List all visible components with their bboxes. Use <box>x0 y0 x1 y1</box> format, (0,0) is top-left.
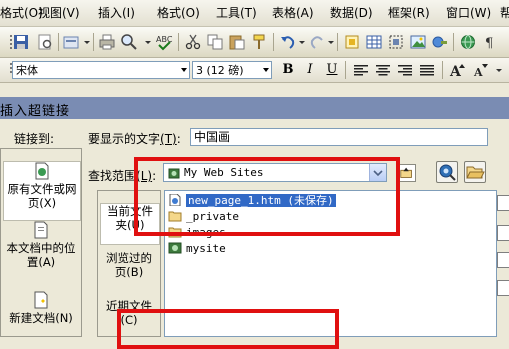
text-to-display-accesskey: (T) <box>160 132 177 146</box>
justify-icon[interactable] <box>418 61 436 79</box>
tab-browsed-pages-line2: 页(B) <box>114 265 144 279</box>
insert-picture-icon[interactable] <box>409 33 427 51</box>
red-annotation-box <box>117 309 339 349</box>
red-annotation-box <box>134 157 400 236</box>
look-in-label-text: 查找范围 <box>88 169 137 183</box>
tab-browsed-pages[interactable]: 浏览过的 页(B) <box>100 251 158 287</box>
text-to-display-label-text: 要显示的文字 <box>88 132 161 146</box>
font-name-dropdown-icon[interactable] <box>181 68 187 72</box>
web-page-icon <box>34 162 50 180</box>
dialog-title: 插入超链接 <box>0 104 71 119</box>
side-button[interactable] <box>497 252 509 268</box>
document-place-icon <box>33 221 49 239</box>
up-folder-icon <box>400 167 412 178</box>
dialog-title-bar <box>0 97 509 119</box>
save-icon[interactable] <box>12 33 30 51</box>
menu-help[interactable]: 帮 <box>500 4 509 22</box>
cut-icon[interactable] <box>184 33 202 51</box>
browse-the-web-icon <box>439 164 456 181</box>
menu-insert[interactable]: 插入(I) <box>98 4 135 22</box>
new-document-icon <box>33 291 49 309</box>
insert-hyperlink-icon[interactable] <box>431 33 449 51</box>
menu-view[interactable]: 视图(V) <box>38 4 80 22</box>
font-size-value: 3 (12 磅) <box>196 64 244 77</box>
align-center-icon[interactable] <box>374 61 392 79</box>
web-component-icon[interactable] <box>62 33 80 51</box>
menu-frames[interactable]: 框架(R) <box>388 4 430 22</box>
redo-icon[interactable] <box>308 33 326 51</box>
zoom-icon[interactable] <box>120 33 138 51</box>
text-to-display-colon: : <box>176 132 181 146</box>
italic-button[interactable]: I <box>300 61 320 79</box>
font-name-value: 宋体 <box>16 64 38 77</box>
font-name-combo[interactable]: 宋体 <box>12 61 190 79</box>
open-folder-icon <box>466 166 485 179</box>
underline-button[interactable]: U <box>322 61 342 79</box>
menu-data[interactable]: 数据(D) <box>330 4 373 22</box>
decrease-font-size-icon[interactable]: A <box>472 61 490 79</box>
align-right-icon[interactable] <box>396 61 414 79</box>
font-size-combo[interactable]: 3 (12 磅) <box>192 61 272 79</box>
format-painter-icon[interactable] <box>250 33 268 51</box>
menu-table[interactable]: 表格(A) <box>272 4 314 22</box>
menu-bar: 格式(O) 视图(V) 插入(I) 格式(O) 工具(T) 表格(A) 数据(D… <box>0 0 509 27</box>
format-toolbar-grip-icon <box>2 61 12 79</box>
place-existing-line1: 原有文件或网 <box>7 182 77 196</box>
undo-icon[interactable] <box>279 33 297 51</box>
web-site-icon <box>168 242 182 254</box>
browse-web-button[interactable] <box>436 161 458 183</box>
formatting-toolbar: 宋体 3 (12 磅) B I U A A <box>0 58 509 83</box>
paste-icon[interactable] <box>228 33 246 51</box>
increase-font-size-icon[interactable]: A <box>449 61 467 79</box>
place-create-new-document[interactable]: 新建文档(N) <box>3 291 79 331</box>
svg-text:¶: ¶ <box>485 36 493 51</box>
bold-button[interactable]: B <box>278 61 298 79</box>
standard-toolbar: ABC ¶ <box>0 27 509 58</box>
copy-icon[interactable] <box>206 33 224 51</box>
text-to-display-label: 要显示的文字(T): <box>88 130 181 147</box>
spelling-icon[interactable]: ABC <box>155 33 173 51</box>
font-size-dropdown-icon[interactable] <box>263 68 269 72</box>
link-to-panel: 原有文件或网 页(X) 本文档中的位 置(A) 新建文档(N) <box>0 148 82 337</box>
file-name: mysite <box>186 242 226 255</box>
place-this-doc-line1: 本文档中的位 <box>6 241 76 255</box>
menu-window[interactable]: 窗口(W) <box>446 4 491 22</box>
side-button[interactable] <box>497 225 509 241</box>
web-globe-icon[interactable] <box>459 33 477 51</box>
text-to-display-input[interactable]: 中国画 <box>190 128 488 146</box>
svg-text:A: A <box>449 64 462 79</box>
insert-table-icon[interactable] <box>365 33 383 51</box>
browse-file-button[interactable] <box>464 161 486 183</box>
text-to-display-value: 中国画 <box>194 130 231 144</box>
place-this-doc-line2: 置(A) <box>26 255 56 269</box>
insert-layer-icon[interactable] <box>387 33 405 51</box>
place-new-doc-line1: 新建文档(N) <box>9 311 73 325</box>
print-preview-icon[interactable] <box>36 33 54 51</box>
menu-tools[interactable]: 工具(T) <box>216 4 257 22</box>
show-all-icon[interactable]: ¶ <box>481 33 499 51</box>
place-existing-line2: 页(X) <box>27 196 57 210</box>
menu-format-partial[interactable]: 格式(O) <box>0 4 43 22</box>
print-icon[interactable] <box>98 33 116 51</box>
menu-format[interactable]: 格式(O) <box>157 4 200 22</box>
place-existing-file-or-web-page[interactable]: 原有文件或网 页(X) <box>3 161 81 221</box>
tab-browsed-pages-line1: 浏览过的 <box>106 251 152 265</box>
file-list-item[interactable]: mysite <box>168 241 226 257</box>
toolbar-grip-icon <box>2 33 12 51</box>
svg-text:A: A <box>473 66 483 79</box>
align-left-icon[interactable] <box>352 61 370 79</box>
side-button[interactable] <box>497 195 509 211</box>
side-button[interactable] <box>497 280 509 296</box>
link-to-label: 链接到: <box>14 132 55 146</box>
web-component-insert-icon[interactable] <box>343 33 361 51</box>
place-this-document[interactable]: 本文档中的位 置(A) <box>3 221 79 281</box>
up-one-folder-button[interactable] <box>398 164 416 182</box>
